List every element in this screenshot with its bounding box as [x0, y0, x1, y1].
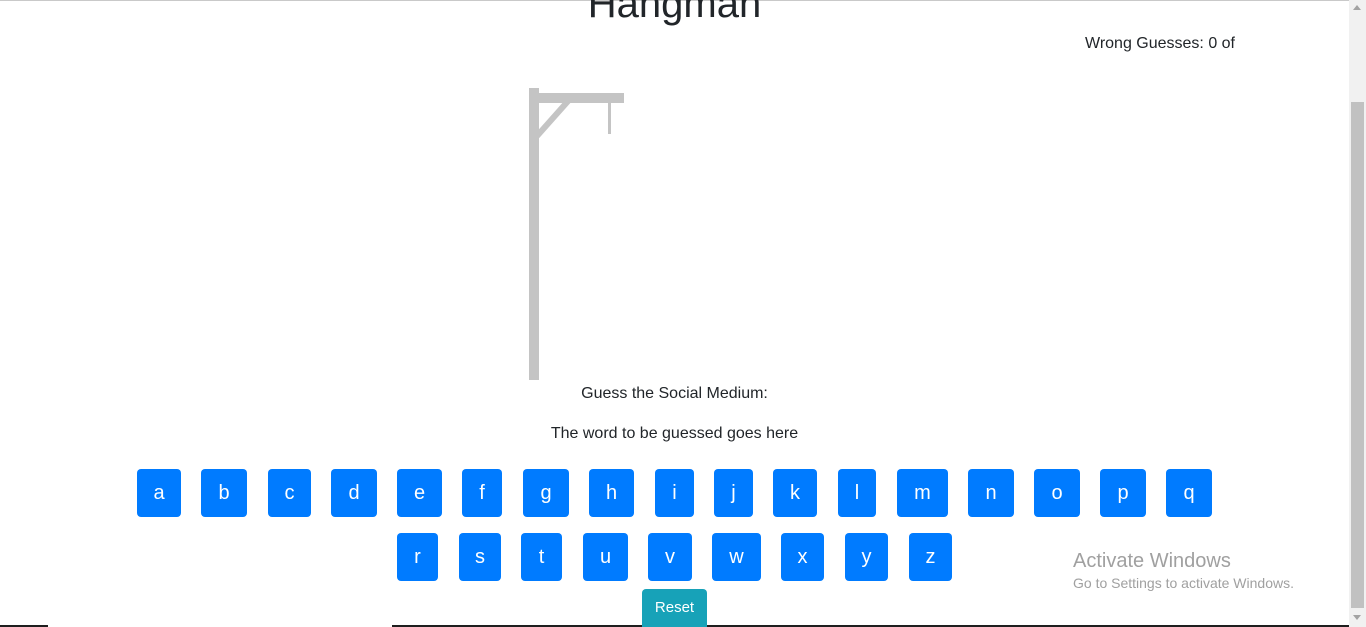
category-label: Guess the Social Medium:: [581, 385, 768, 402]
gallows-brace: [534, 98, 572, 138]
letter-button-s[interactable]: s: [459, 533, 501, 581]
letter-button-e[interactable]: e: [397, 469, 442, 517]
activate-windows-watermark: Activate Windows Go to Settings to activ…: [1073, 549, 1294, 592]
letter-button-f[interactable]: f: [462, 469, 502, 517]
letter-button-l[interactable]: l: [838, 469, 876, 517]
watermark-subtitle: Go to Settings to activate Windows.: [1073, 575, 1294, 591]
letter-button-t[interactable]: t: [521, 533, 562, 581]
letter-button-a[interactable]: a: [137, 469, 181, 517]
watermark-title: Activate Windows: [1073, 550, 1231, 572]
vertical-scrollbar[interactable]: [1349, 0, 1366, 627]
scroll-up-arrow-icon[interactable]: [1353, 5, 1361, 10]
letter-button-u[interactable]: u: [583, 533, 628, 581]
letter-button-x[interactable]: x: [781, 533, 824, 581]
letter-button-n[interactable]: n: [968, 469, 1014, 517]
letter-button-q[interactable]: q: [1166, 469, 1212, 517]
letter-button-i[interactable]: i: [655, 469, 694, 517]
letter-button-v[interactable]: v: [648, 533, 692, 581]
letter-button-z[interactable]: z: [909, 533, 952, 581]
letter-button-o[interactable]: o: [1034, 469, 1080, 517]
letter-button-g[interactable]: g: [523, 469, 569, 517]
hangman-page: Hangman Wrong Guesses: 0 of Guess the So…: [0, 0, 1366, 627]
letter-button-y[interactable]: y: [845, 533, 888, 581]
letter-button-k[interactable]: k: [773, 469, 817, 517]
scrollbar-thumb[interactable]: [1351, 102, 1364, 608]
letter-button-p[interactable]: p: [1100, 469, 1146, 517]
letter-button-c[interactable]: c: [268, 469, 311, 517]
letter-button-b[interactable]: b: [201, 469, 247, 517]
wrong-guesses-counter: Wrong Guesses: 0 of: [1085, 35, 1235, 52]
gallows-rope: [608, 101, 611, 134]
letter-button-r[interactable]: r: [397, 533, 438, 581]
letter-button-w[interactable]: w: [712, 533, 761, 581]
scroll-down-arrow-icon[interactable]: [1353, 615, 1361, 620]
word-display: The word to be guessed goes here: [550, 425, 799, 442]
page-title: Hangman: [587, 0, 762, 26]
letter-button-d[interactable]: d: [331, 469, 377, 517]
gallows-icon: [529, 88, 624, 380]
letter-button-j[interactable]: j: [714, 469, 753, 517]
reset-button[interactable]: Reset: [642, 589, 707, 627]
letter-button-h[interactable]: h: [589, 469, 634, 517]
letter-button-m[interactable]: m: [897, 469, 948, 517]
